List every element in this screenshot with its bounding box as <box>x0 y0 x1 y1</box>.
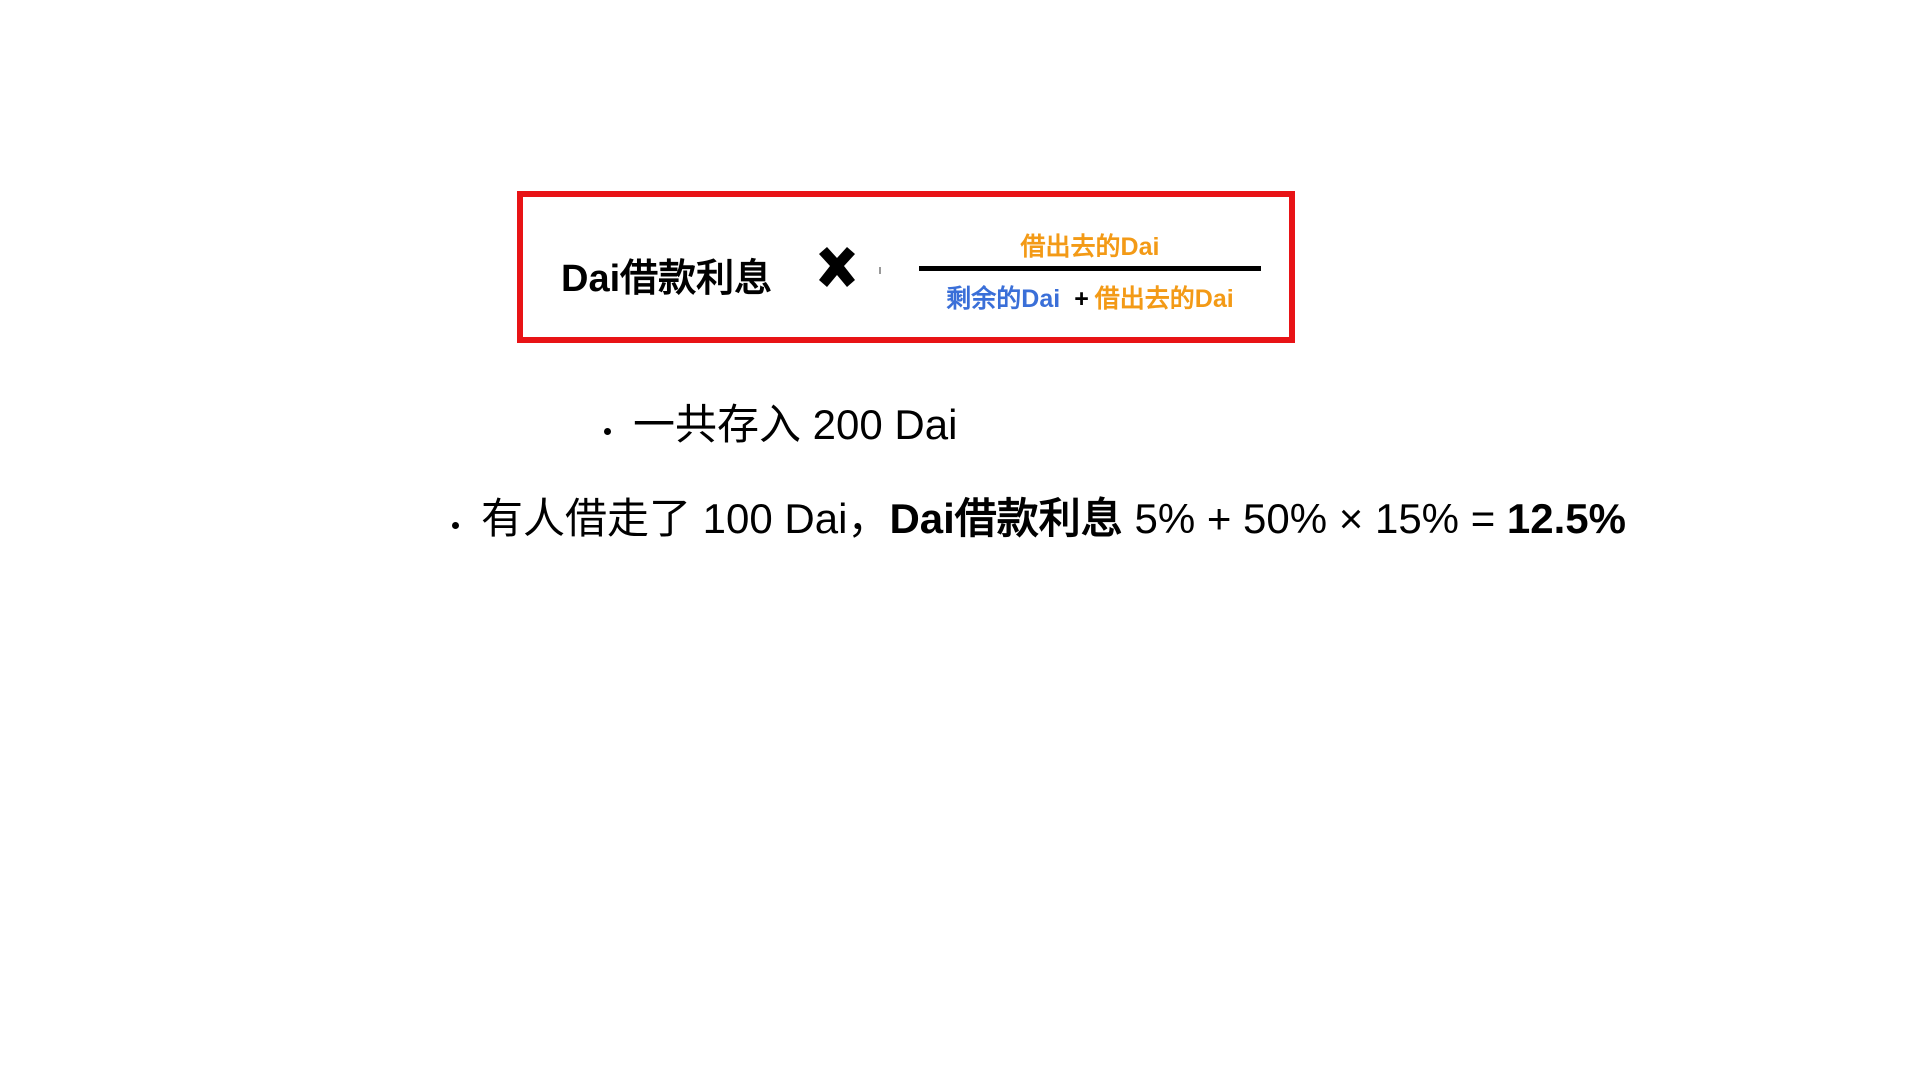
bullet-interest-expression: 5% + 50% × 15% = <box>1122 495 1507 542</box>
fraction-numerator: 借出去的Dai <box>919 227 1261 263</box>
fraction-denominator: 剩余的Dai + 借出去的Dai <box>919 279 1261 315</box>
bullet-interest-label: Dai借款利息 <box>889 495 1123 542</box>
denominator-left-text: 剩余的Dai <box>946 285 1061 313</box>
bullet-interest-result: 12.5% <box>1506 495 1626 542</box>
fraction-bar <box>919 266 1261 271</box>
bullet-deposit: 一共存入 200 Dai <box>604 400 957 450</box>
multiply-icon <box>819 247 855 287</box>
denominator-plus: + <box>1074 285 1089 313</box>
bullet-interest: 有人借走了 100 Dai，Dai借款利息 5% + 50% × 15% = 1… <box>452 494 1626 544</box>
denominator-right-text: 借出去的Dai <box>1094 285 1234 313</box>
divider-tick <box>879 267 881 274</box>
formula-label: Dai借款利息 <box>561 258 773 300</box>
bullet-interest-part1: 有人借走了 100 Dai， <box>481 495 890 542</box>
formula-box: Dai借款利息 借出去的Dai 剩余的Dai + 借出去的Dai <box>517 191 1295 343</box>
bullet-dot <box>452 522 459 530</box>
numerator-text: 借出去的Dai <box>1020 233 1160 261</box>
bullet-deposit-text: 一共存入 200 Dai <box>633 401 958 448</box>
bullet-dot <box>604 428 611 436</box>
